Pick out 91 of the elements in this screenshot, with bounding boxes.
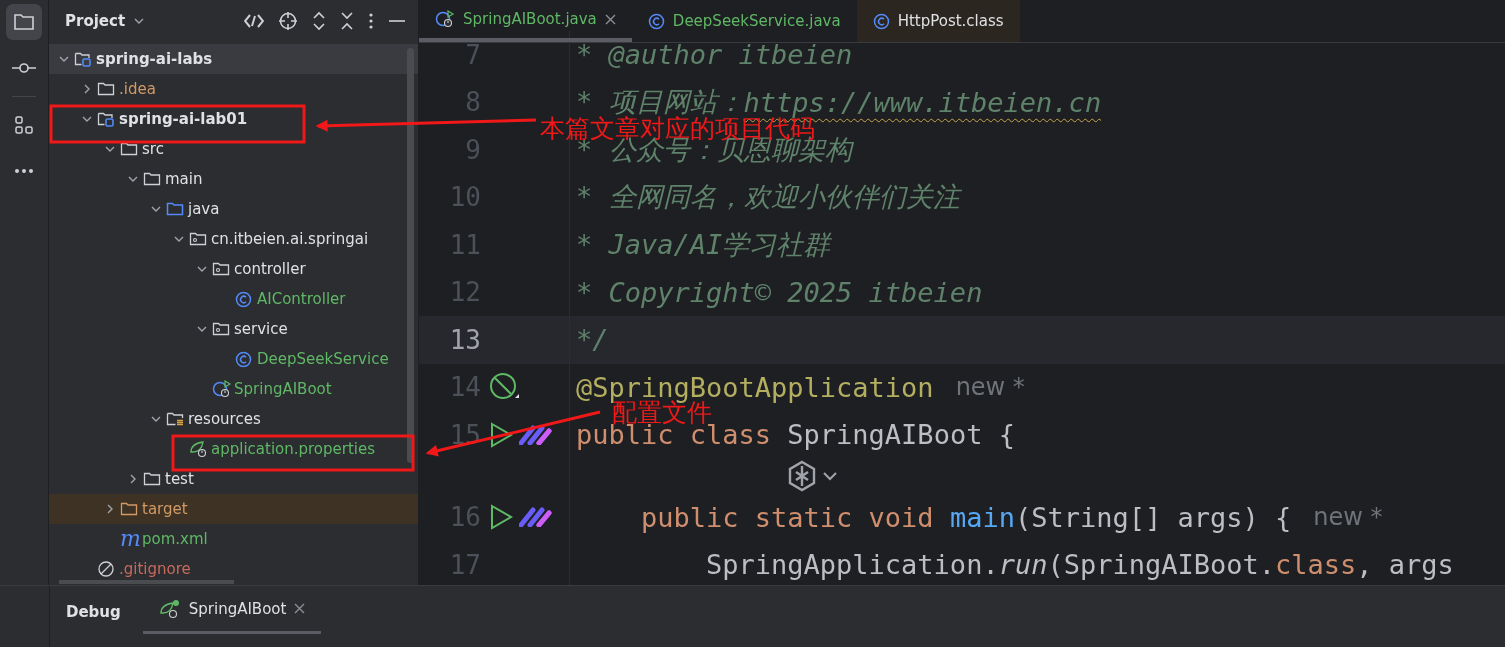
package-icon	[212, 261, 230, 277]
code-line: */	[575, 324, 609, 356]
tree-row[interactable]: DeepSeekService	[49, 344, 418, 374]
tree-row[interactable]: main	[49, 164, 418, 194]
tree-label: application.properties	[211, 440, 376, 458]
tree-row[interactable]: mpom.xml	[49, 524, 418, 554]
close-icon[interactable]	[604, 13, 616, 25]
run-icon[interactable]	[489, 504, 513, 531]
ai-assistant-icon[interactable]	[519, 424, 553, 445]
panel-title: Debug	[65, 602, 122, 623]
crosshair-icon[interactable]	[278, 11, 298, 31]
resources-folder-icon	[166, 411, 184, 427]
tree-row[interactable]: spring-ai-labs	[49, 44, 418, 74]
maven-icon: m	[120, 528, 141, 550]
tree-row[interactable]: cn.itbeien.ai.springai	[49, 224, 418, 254]
tree-row[interactable]: .gitignore	[49, 554, 418, 584]
tree-row[interactable]: application.properties	[49, 434, 418, 464]
folder-icon[interactable]	[13, 12, 35, 32]
folder-icon	[143, 171, 161, 187]
tree-row[interactable]: .idea	[49, 74, 418, 104]
tree-label: spring-ai-lab01	[119, 110, 248, 128]
folder-icon	[97, 81, 115, 97]
tree-label: AIController	[257, 290, 346, 308]
folder-icon	[120, 141, 138, 157]
tree-label: resources	[188, 410, 261, 428]
ai-sparkle-icon[interactable]	[786, 460, 818, 492]
tree-row[interactable]: target	[49, 494, 418, 524]
scrollbar[interactable]	[407, 48, 414, 463]
line-number: 13	[448, 324, 481, 355]
editor-tab[interactable]: DeepSeekService.java	[631, 0, 857, 42]
tree-label: SpringAIBoot	[234, 380, 332, 398]
code-line: * 全网同名，欢迎小伙伴们关注	[575, 180, 960, 215]
spring-config-icon	[189, 440, 209, 458]
tree-row[interactable]: controller	[49, 254, 418, 284]
more-icon[interactable]	[14, 168, 34, 174]
tree-row[interactable]: SpringAIBoot	[49, 374, 418, 404]
editor-tab[interactable]: SpringAIBoot.java	[419, 0, 632, 42]
code-line: SpringApplication.run(SpringAIBoot.class, args	[705, 549, 1454, 581]
folder-icon	[120, 501, 138, 517]
code-line: * Java/AI学习社群	[575, 227, 831, 262]
tree-label: .gitignore	[119, 560, 191, 578]
run-icon[interactable]	[489, 421, 513, 448]
chevron-icon[interactable]	[822, 470, 838, 482]
tree-label: controller	[234, 260, 306, 278]
tree-label: cn.itbeien.ai.springai	[211, 230, 369, 248]
spring-class-icon	[435, 10, 455, 28]
panel-title[interactable]: Project	[65, 12, 126, 30]
minimize-icon[interactable]	[388, 19, 406, 23]
tree-row[interactable]: service	[49, 314, 418, 344]
tree-row[interactable]: test	[49, 464, 418, 494]
class-icon	[235, 350, 252, 368]
folder-icon	[166, 201, 184, 217]
code-line: public static void main(String[] args) { new *	[640, 501, 1383, 533]
tree-label: DeepSeekService	[257, 350, 389, 368]
tree-row[interactable]: java	[49, 194, 418, 224]
module-folder-icon	[74, 51, 92, 67]
tree-label: target	[142, 500, 188, 518]
code-line: * @author itbeien	[575, 39, 853, 71]
folder-icon	[143, 471, 161, 487]
class-icon	[872, 12, 890, 30]
code-line: * Copyright© 2025 itbeien	[575, 276, 983, 308]
commit-icon[interactable]	[12, 62, 36, 74]
class-icon	[647, 12, 665, 30]
run-tab[interactable]: SpringAIBoot	[142, 586, 322, 634]
tree-label: pom.xml	[142, 530, 208, 548]
package-icon	[212, 321, 230, 337]
ignored-icon	[97, 560, 115, 578]
spring-run-icon	[158, 598, 181, 619]
tree-label: service	[234, 320, 288, 338]
tree-label: .idea	[119, 80, 156, 98]
kebab-menu-icon[interactable]	[368, 12, 374, 30]
ai-assistant-icon[interactable]	[519, 507, 553, 528]
expand-icon[interactable]	[312, 11, 326, 31]
package-icon	[189, 231, 207, 247]
module-folder-icon	[97, 111, 115, 127]
tree-label: java	[188, 200, 220, 218]
code-icon[interactable]	[244, 12, 264, 30]
tree-row[interactable]: spring-ai-lab01	[49, 104, 418, 134]
tree-row[interactable]: AIController	[49, 284, 418, 314]
editor-tab[interactable]: HttpPost.class	[856, 0, 1020, 42]
tree-label: test	[165, 470, 194, 488]
structure-icon[interactable]	[14, 115, 34, 135]
close-icon[interactable]	[294, 603, 306, 614]
tree-label: src	[142, 140, 164, 158]
tree-row[interactable]: resources	[49, 404, 418, 434]
class-icon	[235, 290, 252, 308]
tree-row[interactable]: src	[49, 134, 418, 164]
spring-class-icon	[212, 380, 232, 398]
tree-label: spring-ai-labs	[96, 50, 213, 68]
collapse-icon[interactable]	[340, 11, 354, 31]
tree-label: main	[165, 170, 203, 188]
